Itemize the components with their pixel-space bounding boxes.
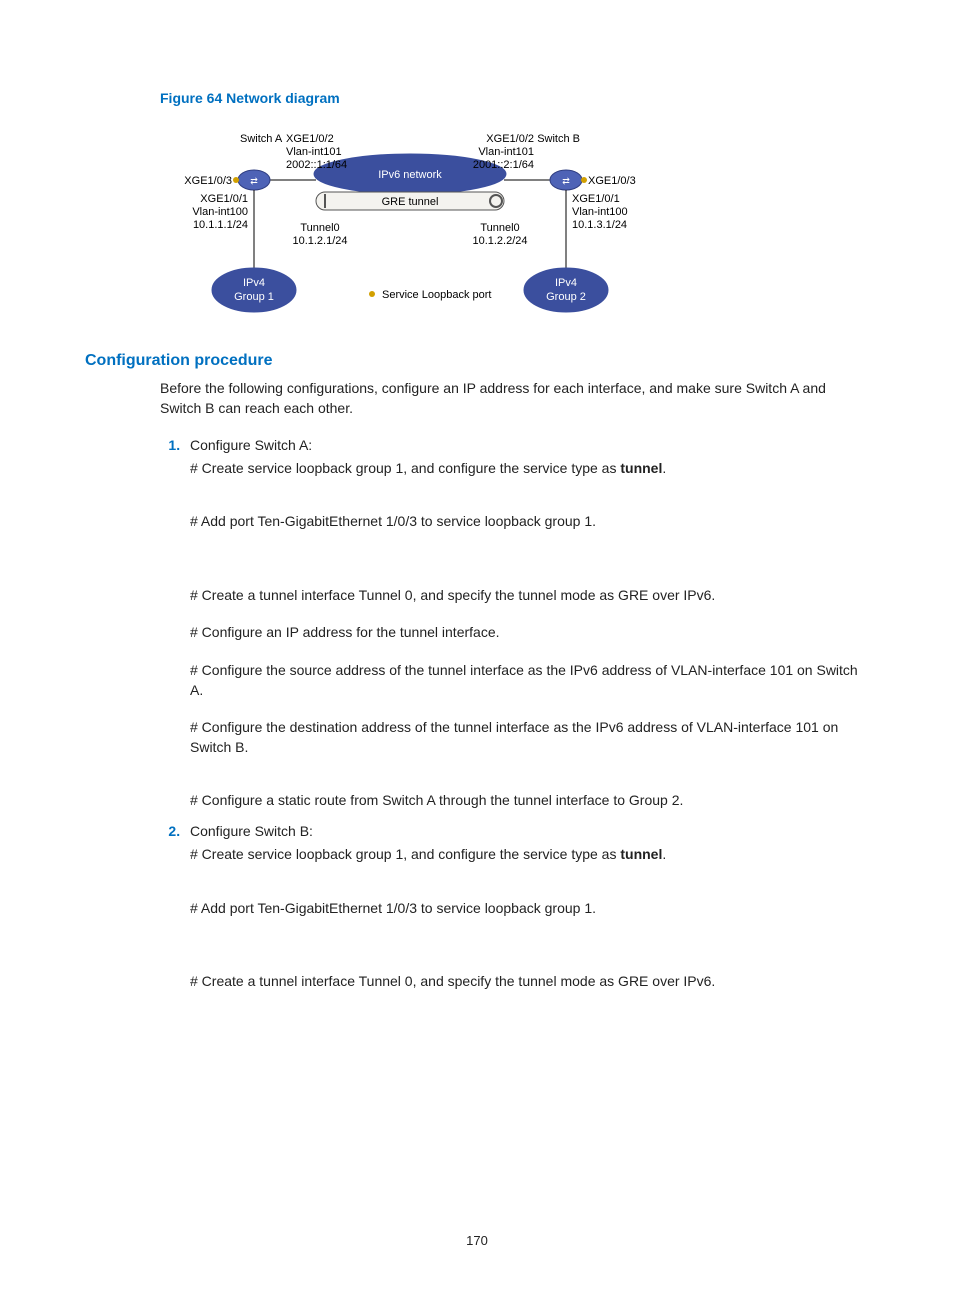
group2-line2: Group 2 xyxy=(546,291,586,303)
svg-text:10.1.1.1/24: 10.1.1.1/24 xyxy=(193,219,248,231)
svg-text:⇄: ⇄ xyxy=(250,176,258,186)
svg-text:Vlan-int101: Vlan-int101 xyxy=(478,146,534,158)
svg-text:XGE1/0/2: XGE1/0/2 xyxy=(486,133,534,145)
step-1-sub-5: # Configure the destination address of t… xyxy=(190,718,869,757)
svg-text:⇄: ⇄ xyxy=(562,176,570,186)
steps-list: Configure Switch A: # Create service loo… xyxy=(160,437,869,992)
network-diagram: IPv6 network GRE tunnel ⇄ ⇄ xyxy=(160,112,700,322)
step-1-head: Configure Switch A: xyxy=(190,437,869,453)
step-2-sub-1: # Add port Ten-GigabitEthernet 1/0/3 to … xyxy=(190,899,869,919)
step-1: Configure Switch A: # Create service loo… xyxy=(184,437,869,811)
step-2-sub-0: # Create service loopback group 1, and c… xyxy=(190,845,869,865)
svg-text:XGE1/0/1: XGE1/0/1 xyxy=(572,193,620,205)
section-heading: Configuration procedure xyxy=(85,352,869,370)
step-1-sub-0: # Create service loopback group 1, and c… xyxy=(190,459,869,479)
step-1-sub-4: # Configure the source address of the tu… xyxy=(190,661,869,700)
svg-text:XGE1/0/2: XGE1/0/2 xyxy=(286,133,334,145)
step-2-head: Configure Switch B: xyxy=(190,823,869,839)
svg-text:Tunnel0: Tunnel0 xyxy=(480,222,519,234)
switch-b-label: Switch B xyxy=(537,133,580,145)
switch-a-label: Switch A xyxy=(240,133,283,145)
intro-text: Before the following configurations, con… xyxy=(160,378,869,419)
svg-text:2001::2:1/64: 2001::2:1/64 xyxy=(473,159,534,171)
svg-text:XGE1/0/3: XGE1/0/3 xyxy=(184,175,232,187)
switch-b-icon: ⇄ xyxy=(550,170,582,190)
step-1-sub-3: # Configure an IP address for the tunnel… xyxy=(190,623,869,643)
svg-text:XGE1/0/3: XGE1/0/3 xyxy=(588,175,636,187)
step-1-sub-1: # Add port Ten-GigabitEthernet 1/0/3 to … xyxy=(190,512,869,532)
step-2-sub-2: # Create a tunnel interface Tunnel 0, an… xyxy=(190,972,869,992)
svg-text:10.1.2.1/24: 10.1.2.1/24 xyxy=(292,235,347,247)
svg-text:10.1.2.2/24: 10.1.2.2/24 xyxy=(472,235,527,247)
group2-line1: IPv4 xyxy=(555,277,577,289)
page-number: 170 xyxy=(0,1233,954,1248)
gre-tunnel-label: GRE tunnel xyxy=(382,196,439,208)
ipv6-network-label: IPv6 network xyxy=(378,169,442,181)
svg-text:Vlan-int100: Vlan-int100 xyxy=(572,206,628,218)
legend-loopback: Service Loopback port xyxy=(382,289,491,301)
svg-text:10.1.3.1/24: 10.1.3.1/24 xyxy=(572,219,627,231)
svg-text:Tunnel0: Tunnel0 xyxy=(300,222,339,234)
figure-caption: Figure 64 Network diagram xyxy=(160,90,869,106)
svg-text:Vlan-int101: Vlan-int101 xyxy=(286,146,342,158)
group1-line1: IPv4 xyxy=(243,277,265,289)
svg-text:Vlan-int100: Vlan-int100 xyxy=(192,206,248,218)
switch-a-icon: ⇄ xyxy=(238,170,270,190)
svg-text:XGE1/0/1: XGE1/0/1 xyxy=(200,193,248,205)
svg-text:2002::1:1/64: 2002::1:1/64 xyxy=(286,159,347,171)
step-1-sub-2: # Create a tunnel interface Tunnel 0, an… xyxy=(190,586,869,606)
group1-line2: Group 1 xyxy=(234,291,274,303)
step-1-sub-6: # Configure a static route from Switch A… xyxy=(190,791,869,811)
step-2: Configure Switch B: # Create service loo… xyxy=(184,823,869,992)
